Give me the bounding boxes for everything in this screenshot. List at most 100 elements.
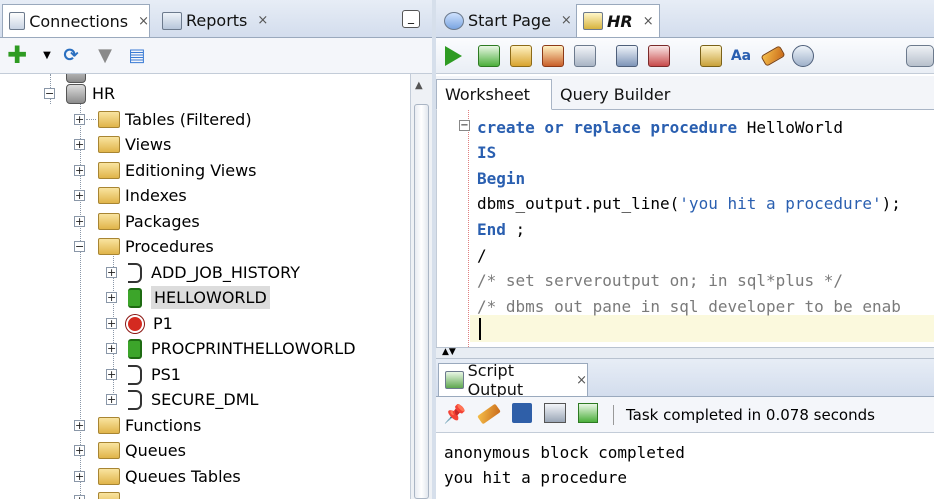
minimize-icon[interactable]: _ <box>402 10 420 28</box>
tree-item-tables[interactable]: + Tables (Filtered) <box>74 107 252 132</box>
connections-tree: − HR + Tables (Filtered) + Views + Editi… <box>0 74 410 499</box>
schema-browser-icon[interactable]: ▤ <box>126 44 148 66</box>
expand-icon[interactable]: + <box>74 165 85 176</box>
sql-tuning-icon[interactable] <box>700 45 722 67</box>
tree-item-packages[interactable]: + Packages <box>74 209 200 234</box>
tab-connections[interactable]: Connections × <box>2 4 150 37</box>
add-icon[interactable]: ✚ <box>6 41 28 69</box>
tree-item-label: Procedures <box>125 237 214 256</box>
expand-icon[interactable]: + <box>106 394 117 405</box>
expand-icon[interactable]: + <box>74 495 85 499</box>
tree-item-procedure[interactable]: + P1 <box>106 311 173 336</box>
procedure-valid-icon <box>128 287 142 308</box>
code-line: /* set serveroutput on; in sql*plus */ <box>477 268 843 293</box>
close-icon[interactable]: × <box>643 14 654 29</box>
commit-icon[interactable] <box>510 45 532 67</box>
tab-worksheet[interactable]: Worksheet <box>436 79 552 110</box>
code-line: Begin <box>477 166 525 191</box>
sql-editor[interactable]: − create or replace procedure HelloWorld… <box>436 110 934 347</box>
expand-icon[interactable]: + <box>106 343 117 354</box>
to-upper-lower-icon[interactable]: Aa <box>730 45 752 67</box>
tree-item-procedure[interactable]: + PROCPRINTHELLOWORLD <box>106 336 356 361</box>
connections-panel: Connections × Reports × _ ✚ ▼ ⟳ ▼ ▤ − HR <box>0 0 432 499</box>
autotrace-icon[interactable] <box>574 45 596 67</box>
expand-icon[interactable]: + <box>106 369 117 380</box>
tree-item-label: Editioning Views <box>125 161 257 180</box>
tree-item-indexes[interactable]: + Indexes <box>74 183 187 208</box>
code-token: ; <box>505 220 526 239</box>
pin-icon[interactable]: 📌 <box>444 403 466 425</box>
open-script-icon[interactable] <box>578 403 598 423</box>
tree-item-procedure[interactable]: + PS1 <box>106 362 181 387</box>
tree-item-functions[interactable]: + Functions <box>74 413 201 438</box>
connections-toolbar: ✚ ▼ ⟳ ▼ ▤ <box>0 38 432 74</box>
tree-item-queues-tables[interactable]: + Queues Tables <box>74 464 241 489</box>
procedure-error-icon <box>126 314 144 333</box>
expand-icon[interactable]: + <box>106 318 117 329</box>
code-fold-icon[interactable]: − <box>459 120 470 131</box>
script-output-text[interactable]: anonymous block completed you hit a proc… <box>436 433 934 499</box>
tree-item-hr[interactable]: − HR <box>44 81 115 106</box>
tab-hr-label: HR <box>607 11 633 31</box>
scroll-up-icon[interactable]: ▲ <box>415 80 423 91</box>
tree-item-queues[interactable]: + Queues <box>74 438 186 463</box>
expand-icon[interactable]: + <box>74 445 85 456</box>
tab-connections-label: Connections <box>29 11 129 31</box>
eraser-icon[interactable] <box>477 403 501 425</box>
tree-guide <box>86 119 96 120</box>
tab-reports[interactable]: Reports × <box>156 4 276 37</box>
dropdown-arrow-icon[interactable]: ▼ <box>36 44 58 66</box>
code-token: HelloWorld <box>737 118 844 137</box>
connection-selector-icon[interactable] <box>906 45 934 67</box>
scrollbar-thumb[interactable] <box>414 104 429 499</box>
pane-splitter[interactable]: ▲▼ <box>436 347 934 359</box>
queues-tables-folder-icon <box>98 468 120 485</box>
tree-item-editioning-views[interactable]: + Editioning Views <box>74 158 257 183</box>
tab-hr-worksheet[interactable]: HR × <box>576 4 660 37</box>
expand-icon[interactable]: + <box>74 216 85 227</box>
tree-item-procedure[interactable]: + HELLOWORLD <box>106 285 270 310</box>
monitor-sql-icon[interactable] <box>792 45 814 67</box>
expand-icon[interactable]: + <box>74 471 85 482</box>
code-line: / <box>477 243 487 268</box>
script-output-icon <box>445 371 464 389</box>
tree-item-procedure[interactable]: + ADD_JOB_HISTORY <box>106 260 300 285</box>
refresh-icon[interactable]: ⟳ <box>60 44 82 66</box>
save-icon[interactable] <box>512 403 532 423</box>
collapse-icon[interactable]: − <box>44 88 55 99</box>
tree-item-views[interactable]: + Views <box>74 132 171 157</box>
expand-icon[interactable]: + <box>106 292 117 303</box>
expand-icon[interactable]: + <box>74 190 85 201</box>
rollback-icon[interactable] <box>542 45 564 67</box>
tab-script-output[interactable]: Script Output × <box>438 361 588 399</box>
tree-item-label: Views <box>125 135 172 154</box>
tree-vertical-scrollbar[interactable]: ▲ <box>410 74 432 499</box>
print-icon[interactable] <box>544 403 566 423</box>
run-script-icon[interactable] <box>478 45 500 67</box>
filter-icon[interactable]: ▼ <box>94 44 116 66</box>
explain-plan-icon[interactable] <box>616 45 638 67</box>
tree-item-procedure[interactable]: + SECURE_DML <box>106 387 258 412</box>
close-icon[interactable]: × <box>561 13 572 28</box>
tree-item-procedures[interactable]: − Procedures <box>74 234 214 259</box>
expand-icon[interactable]: + <box>74 420 85 431</box>
sql-history-icon[interactable] <box>648 45 670 67</box>
connections-icon <box>9 12 26 30</box>
run-statement-icon[interactable] <box>445 46 462 66</box>
tree-item-label: Indexes <box>125 186 187 205</box>
collapse-icon[interactable]: − <box>74 241 85 252</box>
tab-start-page[interactable]: Start Page × <box>438 4 572 37</box>
close-icon[interactable]: × <box>138 14 149 29</box>
close-icon[interactable]: × <box>576 373 587 388</box>
tab-query-builder[interactable]: Query Builder <box>552 79 678 110</box>
tree-item-label: Packages <box>125 212 200 231</box>
editor-tab-bar: Start Page × HR × <box>436 0 934 38</box>
output-line: you hit a procedure <box>444 468 628 487</box>
reports-icon <box>162 11 182 30</box>
expand-icon[interactable]: + <box>106 267 117 278</box>
code-token: create or replace procedure <box>477 118 738 137</box>
expand-icon[interactable]: + <box>74 139 85 150</box>
expand-icon[interactable]: + <box>74 114 85 125</box>
clear-icon[interactable] <box>760 45 786 67</box>
close-icon[interactable]: × <box>257 13 268 28</box>
